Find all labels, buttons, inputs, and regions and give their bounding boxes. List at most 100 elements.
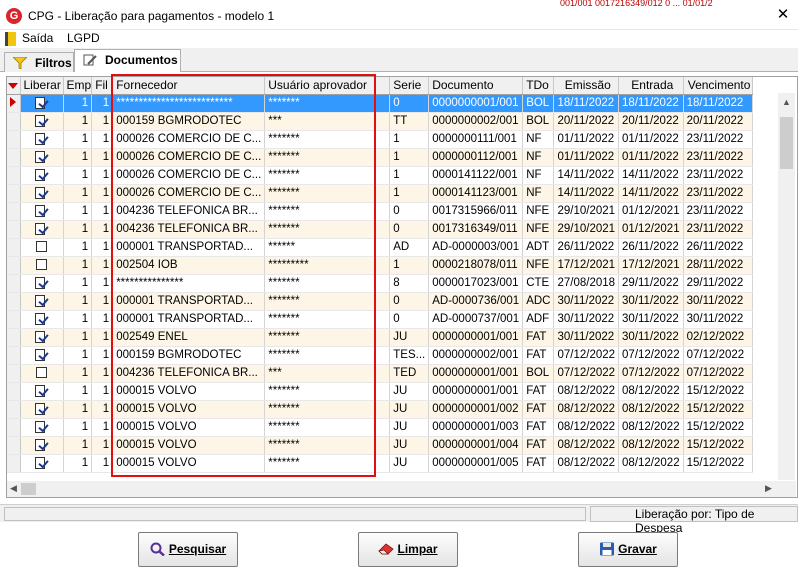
table-row[interactable]: 1 1 000026 COMERCIO DE C... ******* 1 0000000… <box>7 148 753 167</box>
approve-checkmark-icon[interactable] <box>34 204 49 218</box>
column-header-documento[interactable]: Documento <box>428 77 524 95</box>
unchecked-box-icon[interactable] <box>36 367 47 379</box>
row-indicator[interactable] <box>7 436 21 455</box>
row-indicator[interactable] <box>7 274 21 293</box>
horizontal-scrollbar[interactable]: ◀ ▶ <box>7 481 796 497</box>
table-row[interactable]: 1 1 000026 COMERCIO DE C... ******* 1 0000000… <box>7 130 753 149</box>
approve-checkmark-icon[interactable] <box>34 114 49 128</box>
table-row[interactable]: 1 1 000159 BGMRODOTEC ******* TES... 00000000… <box>7 346 753 365</box>
row-indicator[interactable] <box>7 310 21 329</box>
table-row[interactable]: 1 1 000026 COMERCIO DE C... ******* 1 0000141… <box>7 184 753 203</box>
cell-liberar[interactable] <box>20 454 64 473</box>
column-header-entrada[interactable]: Entrada <box>618 77 684 95</box>
row-indicator[interactable] <box>7 382 21 401</box>
approve-checkmark-icon[interactable] <box>34 132 49 146</box>
cell-liberar[interactable] <box>20 400 64 419</box>
approve-checkmark-icon[interactable] <box>34 348 49 362</box>
cell-liberar[interactable] <box>20 166 64 185</box>
row-indicator[interactable] <box>7 130 21 149</box>
row-indicator[interactable] <box>7 256 21 275</box>
cell-liberar[interactable] <box>20 418 64 437</box>
table-row[interactable]: 1 1 *************** ******* 8 0000017023/001 C… <box>7 274 753 293</box>
pesquisar-button[interactable]: Pesquisar <box>138 532 238 567</box>
table-row[interactable]: 1 1 002549 ENEL ******* JU 0000000001/001 FAT 3… <box>7 328 753 347</box>
row-indicator[interactable] <box>7 400 21 419</box>
column-header-fornecedor[interactable]: Fornecedor <box>112 77 266 95</box>
table-row[interactable]: 1 1 004236 TELEFONICA BR... ******* 0 0017315… <box>7 202 753 221</box>
close-window-button[interactable]: ✕ <box>770 4 796 26</box>
row-indicator[interactable] <box>7 184 21 203</box>
table-row[interactable]: 1 1 000001 TRANSPORTAD... ****** AD AD-000000… <box>7 238 753 257</box>
cell-liberar[interactable] <box>20 184 64 203</box>
row-indicator[interactable] <box>7 220 21 239</box>
approve-checkmark-icon[interactable] <box>34 276 49 290</box>
scroll-up-icon[interactable]: ▲ <box>782 97 791 107</box>
cell-liberar[interactable] <box>20 94 64 113</box>
cell-liberar[interactable] <box>20 382 64 401</box>
table-row[interactable]: 1 1 000015 VOLVO ******* JU 0000000001/003 FAT… <box>7 418 753 437</box>
approve-checkmark-icon[interactable] <box>34 186 49 200</box>
table-row[interactable]: 1 1 000015 VOLVO ******* JU 0000000001/001 FAT… <box>7 382 753 401</box>
approve-checkmark-icon[interactable] <box>34 222 49 236</box>
scroll-right-icon[interactable]: ▶ <box>765 483 772 494</box>
cell-liberar[interactable] <box>20 328 64 347</box>
table-row[interactable]: 1 1 000159 BGMRODOTEC *** TT 0000000002/001 BO… <box>7 112 753 131</box>
approve-checkmark-icon[interactable] <box>34 330 49 344</box>
approve-checkmark-icon[interactable] <box>34 384 49 398</box>
table-row[interactable]: 1 1 004236 TELEFONICA BR... *** TED 000000000… <box>7 364 753 383</box>
row-indicator[interactable] <box>7 202 21 221</box>
vertical-scroll-thumb[interactable] <box>780 117 793 169</box>
scroll-left-icon[interactable]: ◀ <box>10 483 17 494</box>
table-row[interactable]: 1 1 000001 TRANSPORTAD... ******* 0 AD-000073… <box>7 292 753 311</box>
table-row[interactable]: 1 1 000015 VOLVO ******* JU 0000000001/005 FAT… <box>7 454 753 473</box>
row-indicator[interactable] <box>7 112 21 131</box>
table-row[interactable]: 1 1 000026 COMERCIO DE C... ******* 1 0000141… <box>7 166 753 185</box>
cell-liberar[interactable] <box>20 436 64 455</box>
row-indicator[interactable] <box>7 148 21 167</box>
column-header-emp[interactable]: Emp <box>63 77 93 95</box>
approve-checkmark-icon[interactable] <box>34 312 49 326</box>
approve-checkmark-icon[interactable] <box>34 402 49 416</box>
approve-checkmark-icon[interactable] <box>34 420 49 434</box>
row-indicator[interactable] <box>7 418 21 437</box>
approve-checkmark-icon[interactable] <box>34 294 49 308</box>
table-row[interactable]: 1 1 004236 TELEFONICA BR... ******* 0 0017316… <box>7 220 753 239</box>
approve-checkmark-icon[interactable] <box>34 96 49 110</box>
row-indicator[interactable] <box>7 454 21 473</box>
tab-documentos[interactable]: Documentos <box>74 49 181 72</box>
row-indicator[interactable] <box>7 346 21 365</box>
column-header-vencimento[interactable]: Vencimento <box>683 77 753 95</box>
cell-liberar[interactable] <box>20 256 64 275</box>
table-row[interactable]: 1 1 000015 VOLVO ******* JU 0000000001/002 FAT… <box>7 400 753 419</box>
row-indicator[interactable] <box>7 328 21 347</box>
row-indicator[interactable] <box>7 238 21 257</box>
cell-liberar[interactable] <box>20 130 64 149</box>
tab-filtros[interactable]: Filtros <box>4 52 74 72</box>
table-row[interactable]: 1 1 000001 TRANSPORTAD... ******* 0 AD-000073… <box>7 310 753 329</box>
approve-checkmark-icon[interactable] <box>34 438 49 452</box>
table-row[interactable]: 1 1 ************************** ******* 0 0000… <box>7 94 753 113</box>
row-indicator[interactable] <box>7 292 21 311</box>
cell-liberar[interactable] <box>20 364 64 383</box>
gravar-button[interactable]: Gravar <box>578 532 678 567</box>
column-header-usuario-aprovador[interactable]: Usuário aprovador <box>264 77 391 95</box>
table-row[interactable]: 1 1 002504 IOB ********* 1 0000218078/011 NFE 1… <box>7 256 753 275</box>
approve-checkmark-icon[interactable] <box>34 168 49 182</box>
row-indicator-header[interactable] <box>7 77 21 95</box>
column-header-fil[interactable]: Fil <box>91 77 114 95</box>
cell-liberar[interactable] <box>20 292 64 311</box>
table-row[interactable]: 1 1 000015 VOLVO ******* JU 0000000001/004 FAT… <box>7 436 753 455</box>
approve-checkmark-icon[interactable] <box>34 456 49 470</box>
approve-checkmark-icon[interactable] <box>34 150 49 164</box>
column-header-liberar[interactable]: Liberar <box>20 77 64 95</box>
menu-lgpd[interactable]: LGPD <box>67 31 100 45</box>
cell-liberar[interactable] <box>20 112 64 131</box>
cell-liberar[interactable] <box>20 274 64 293</box>
cell-liberar[interactable] <box>20 148 64 167</box>
row-indicator[interactable] <box>7 94 21 113</box>
limpar-button[interactable]: Limpar <box>358 532 458 567</box>
cell-liberar[interactable] <box>20 220 64 239</box>
unchecked-box-icon[interactable] <box>36 241 47 253</box>
column-header-emissao[interactable]: Emissão <box>553 77 620 95</box>
row-indicator[interactable] <box>7 364 21 383</box>
